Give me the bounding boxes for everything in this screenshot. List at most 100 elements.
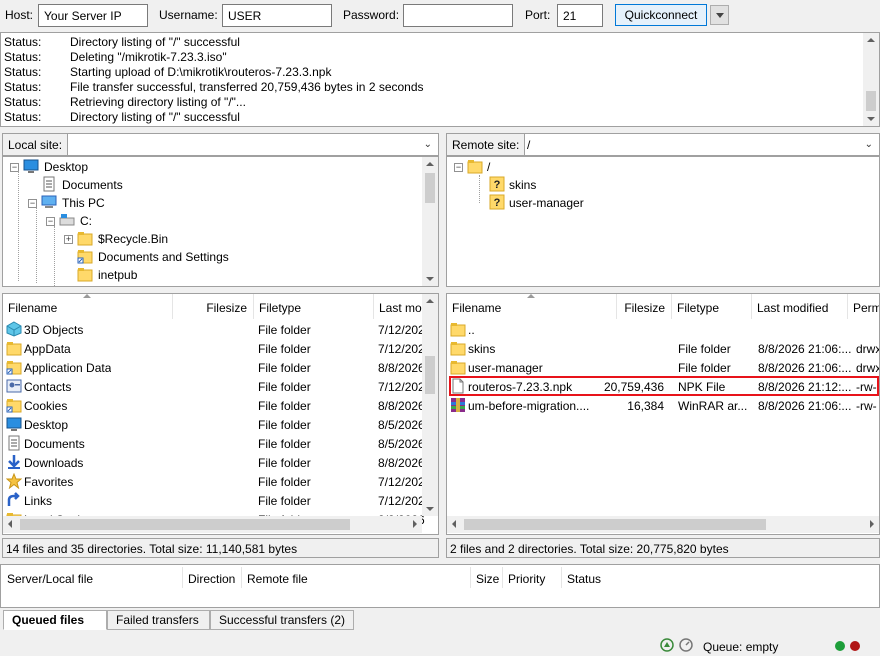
documents-icon (41, 176, 57, 192)
file-modified: 8/8/2026 (378, 361, 425, 375)
column-header[interactable]: Filetype (672, 294, 752, 319)
local-site-bar: Local site: ⌄ (2, 133, 439, 156)
quickconnect-dropdown-button[interactable] (710, 5, 729, 25)
vertical-scrollbar[interactable] (863, 33, 879, 126)
password-input[interactable] (403, 4, 513, 27)
tree-item-label[interactable]: user-manager (509, 196, 584, 214)
scroll-right-icon[interactable] (413, 520, 417, 528)
file-row[interactable]: Downloads File folder 8/8/2026 (3, 453, 438, 472)
tab-failed-transfers[interactable]: Failed transfers (107, 610, 210, 630)
file-row[interactable]: Favorites File folder 7/12/202 (3, 472, 438, 491)
scrollbar-thumb[interactable] (20, 519, 350, 530)
local-file-list[interactable]: Filename Filesize Filetype Last mo 3D Object… (2, 293, 439, 535)
log-status-label: Status: (4, 110, 42, 124)
scrollbar-thumb[interactable] (425, 356, 435, 394)
queue-column-header[interactable]: Status (567, 572, 601, 586)
transfer-queue[interactable]: Server/Local file Direction Remote file Siz… (0, 564, 880, 608)
column-header[interactable]: Filetype (254, 294, 374, 319)
message-log[interactable]: Status: Directory listing of "/" successf… (0, 32, 880, 127)
collapse-icon[interactable]: − (454, 163, 463, 172)
column-header[interactable]: Last modified (752, 294, 848, 319)
log-message: Starting upload of D:\mikrotik\routeros-… (70, 65, 332, 79)
scroll-up-icon[interactable] (867, 38, 875, 42)
username-label: Username: (159, 8, 218, 22)
column-header-label: Filetype (677, 301, 720, 315)
scrollbar-thumb[interactable] (464, 519, 766, 530)
scroll-left-icon[interactable] (452, 520, 456, 528)
chevron-down-icon[interactable]: ⌄ (865, 139, 873, 150)
queue-column-header[interactable]: Priority (508, 572, 545, 586)
scroll-up-icon[interactable] (426, 299, 434, 303)
file-name: Downloads (24, 456, 84, 470)
file-row[interactable]: routeros-7.23.3.npk 20,759,436 NPK File 8/8… (447, 376, 879, 396)
queue-column-header[interactable]: Remote file (247, 572, 308, 586)
file-row[interactable]: skins File folder 8/8/2026 21:06:... drwx (447, 339, 879, 358)
collapse-icon[interactable]: − (28, 199, 37, 208)
tree-item-label[interactable]: inetpub (98, 268, 137, 286)
quickconnect-button[interactable]: Quickconnect (615, 4, 707, 26)
file-row[interactable]: 3D Objects File folder 7/12/202 (3, 320, 438, 339)
file-row[interactable]: Contacts File folder 7/12/202 (3, 377, 438, 396)
remote-directory-tree[interactable]: − /? skins? user-manager (446, 156, 880, 287)
file-row[interactable]: Links File folder 7/12/202 (3, 491, 438, 510)
expand-icon[interactable]: + (64, 235, 73, 244)
file-row[interactable]: Desktop File folder 8/5/2026 (3, 415, 438, 434)
scroll-up-icon[interactable] (426, 162, 434, 166)
scroll-down-icon[interactable] (867, 117, 875, 121)
file-row[interactable]: Application Data File folder 8/8/2026 (3, 358, 438, 377)
host-input[interactable] (38, 4, 148, 27)
chevron-down-icon[interactable]: ⌄ (424, 139, 432, 150)
local-directory-tree[interactable]: − Desktop Documents − This PC − C: + $Recycle.Bi… (2, 156, 439, 287)
tree-item-label[interactable]: skins (509, 178, 536, 196)
column-header[interactable]: Filesize (617, 294, 672, 319)
column-header-label: Filename (452, 301, 502, 315)
filter-icon[interactable] (660, 638, 674, 652)
scroll-right-icon[interactable] (870, 520, 874, 528)
vertical-scrollbar[interactable] (422, 157, 438, 286)
tree-item-label[interactable]: $Recycle.Bin (98, 232, 168, 250)
port-input[interactable] (557, 4, 603, 27)
file-row[interactable]: user-manager File folder 8/8/2026 21:06:..… (447, 358, 879, 377)
username-input[interactable] (222, 4, 332, 27)
queue-column-header[interactable]: Direction (188, 572, 235, 586)
tree-item-label[interactable]: Documents and Settings (98, 250, 229, 268)
scroll-left-icon[interactable] (8, 520, 12, 528)
scroll-down-icon[interactable] (426, 277, 434, 281)
horizontal-scrollbar[interactable] (3, 516, 422, 533)
speed-limit-icon[interactable] (679, 638, 693, 652)
port-label: Port: (525, 8, 551, 22)
column-header[interactable]: Filesize (173, 294, 254, 319)
column-header[interactable]: Perm (848, 294, 879, 319)
file-type: File folder (258, 342, 311, 356)
file-row[interactable]: um-before-migration.... 16,384 WinRAR ar..… (447, 396, 879, 415)
collapse-icon[interactable]: − (46, 217, 55, 226)
tree-item-label[interactable]: Documents (62, 178, 123, 196)
file-row[interactable]: Documents File folder 8/5/2026 (3, 434, 438, 453)
horizontal-scrollbar[interactable] (447, 516, 879, 533)
remote-site-input[interactable]: / (527, 138, 530, 152)
scrollbar-thumb[interactable] (425, 173, 435, 203)
scrollbar-thumb[interactable] (866, 91, 876, 111)
file-row[interactable]: .. (447, 320, 879, 339)
vertical-scrollbar[interactable] (422, 294, 438, 516)
tree-guide-line (479, 175, 480, 203)
remote-site-bar: Remote site: / ⌄ (446, 133, 880, 156)
queue-column-header[interactable]: Server/Local file (7, 572, 93, 586)
log-message: Directory listing of "/" successful (70, 110, 240, 124)
remote-file-list[interactable]: Filename Filesize Filetype Last modified Per… (446, 293, 880, 535)
file-row[interactable]: Cookies File folder 8/8/2026 (3, 396, 438, 415)
file-type: File folder (258, 399, 311, 413)
queue-column-header[interactable]: Size (476, 572, 499, 586)
log-status-label: Status: (4, 80, 42, 94)
folder-shortcut-icon (77, 248, 93, 264)
log-message: File transfer successful, transferred 20… (70, 80, 424, 94)
sort-ascending-icon (527, 294, 535, 298)
file-row[interactable]: AppData File folder 7/12/202 (3, 339, 438, 358)
tab-successful-transfers[interactable]: Successful transfers (2) (210, 610, 354, 630)
tab-queued-files[interactable]: Queued files (3, 610, 107, 630)
scroll-down-icon[interactable] (426, 507, 434, 511)
file-name: Links (24, 494, 53, 508)
folder-icon (450, 321, 466, 337)
folder-icon (6, 340, 22, 356)
log-status-label: Status: (4, 35, 42, 49)
